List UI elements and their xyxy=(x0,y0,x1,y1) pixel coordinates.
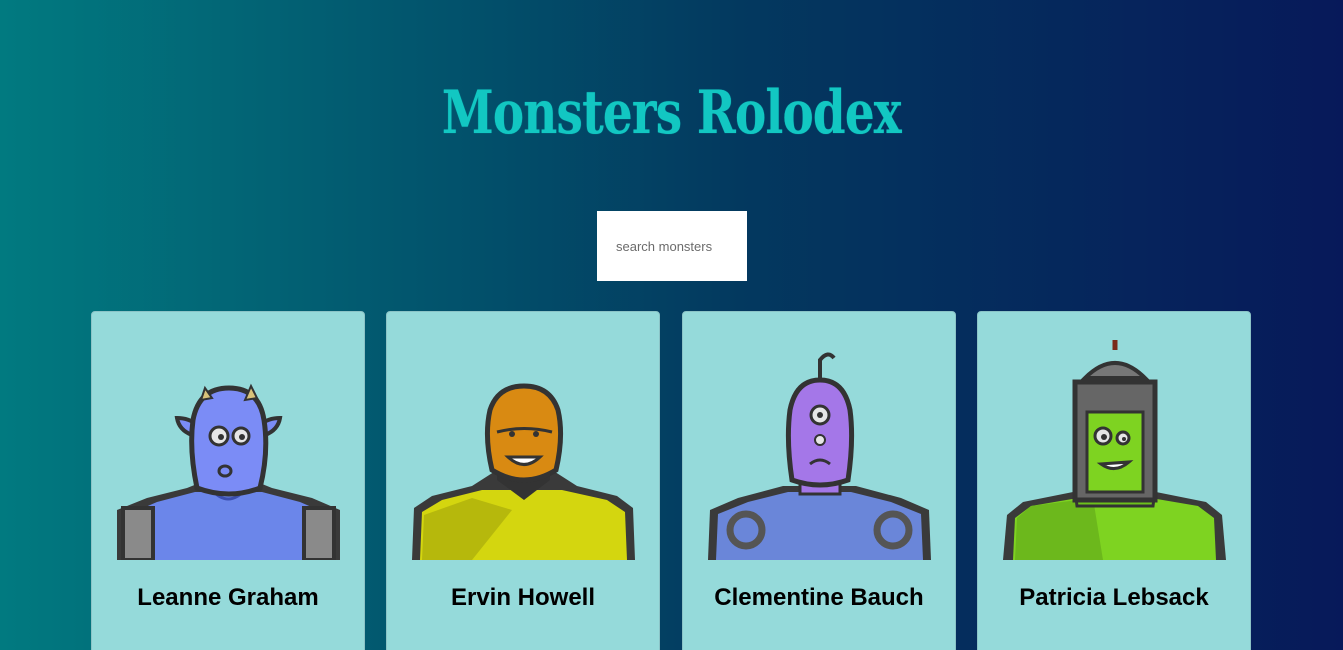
monster-card[interactable]: Leanne Graham xyxy=(91,311,365,650)
monster-name: Ervin Howell xyxy=(450,584,596,611)
search-input[interactable] xyxy=(597,211,747,281)
monster-card[interactable]: Ervin Howell xyxy=(386,311,660,650)
monster-avatar-icon xyxy=(117,383,340,560)
monster-name: Leanne Graham xyxy=(137,584,319,611)
monster-card[interactable]: Clementine Bauch xyxy=(682,311,956,650)
monster-card[interactable]: Patricia Lebsack xyxy=(977,311,1251,650)
monster-name: Patricia Lebsack xyxy=(1019,584,1209,611)
monster-name: Clementine Bauch xyxy=(714,584,924,611)
monster-avatar-icon xyxy=(708,352,931,560)
monster-avatar-icon xyxy=(412,383,635,560)
monster-avatar-icon xyxy=(1003,340,1226,560)
page-title: Monsters Rolodex xyxy=(441,78,902,148)
